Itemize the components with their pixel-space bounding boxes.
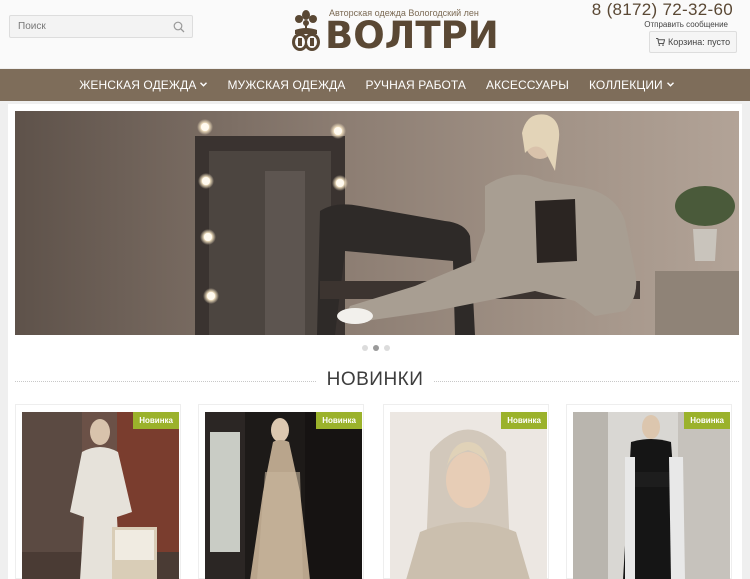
hero-slide-image	[15, 111, 739, 335]
search-icon[interactable]	[173, 21, 185, 33]
chevron-down-icon	[200, 82, 208, 87]
cart-label: Корзина: пусто	[668, 37, 731, 47]
product-image[interactable]: Новинка	[22, 412, 179, 579]
new-badge: Новинка	[133, 412, 179, 429]
nav-item-men[interactable]: МУЖСКАЯ ОДЕЖДА	[217, 69, 355, 101]
phone-number[interactable]: 8 (8172) 72-32-60	[592, 0, 733, 20]
nav-item-accessories[interactable]: АКСЕССУАРЫ	[476, 69, 579, 101]
product-image[interactable]: Новинка	[390, 412, 547, 579]
main-nav: ЖЕНСКАЯ ОДЕЖДА МУЖСКАЯ ОДЕЖДА РУЧНАЯ РАБ…	[0, 69, 750, 101]
cart-icon	[656, 38, 665, 46]
brand-name: ВОЛТРИ	[325, 14, 499, 57]
site-logo[interactable]: Авторская одежда Вологодский лен ВОЛТРИ	[287, 6, 499, 58]
nav-item-label: РУЧНАЯ РАБОТА	[365, 78, 467, 92]
new-badge: Новинка	[684, 412, 730, 429]
nav-item-collections[interactable]: КОЛЛЕКЦИИ	[579, 69, 684, 101]
slider-dot-active[interactable]	[373, 345, 379, 351]
nav-item-label: АКСЕССУАРЫ	[486, 78, 569, 92]
nav-item-women[interactable]: ЖЕНСКАЯ ОДЕЖДА	[69, 69, 217, 101]
nav-item-label: КОЛЛЕКЦИИ	[588, 78, 663, 92]
new-badge: Новинка	[501, 412, 547, 429]
nav-item-label: ЖЕНСКАЯ ОДЕЖДА	[79, 78, 197, 92]
new-badge: Новинка	[316, 412, 362, 429]
cart-button[interactable]: Корзина: пусто	[649, 31, 737, 53]
brand-emblem-icon	[292, 10, 320, 51]
send-message-link[interactable]: Отправить сообщение	[644, 20, 728, 29]
slider-dot[interactable]	[384, 345, 390, 351]
product-card[interactable]: Новинка	[198, 404, 364, 579]
product-image[interactable]: Новинка	[573, 412, 730, 579]
nav-item-handmade[interactable]: РУЧНАЯ РАБОТА	[355, 69, 476, 101]
search-box	[9, 15, 193, 38]
chevron-down-icon	[666, 82, 674, 87]
site-header: Авторская одежда Вологодский лен ВОЛТРИ …	[0, 0, 750, 68]
slider-dot[interactable]	[362, 345, 368, 351]
section-title-text: НОВИНКИ	[316, 369, 434, 390]
product-card[interactable]: Новинка	[15, 404, 181, 579]
section-title: НОВИНКИ	[0, 369, 750, 391]
hero-slider[interactable]	[15, 111, 739, 335]
nav-item-label: МУЖСКАЯ ОДЕЖДА	[227, 78, 346, 92]
slider-dots	[362, 345, 390, 351]
product-card[interactable]: Новинка	[566, 404, 732, 579]
search-input[interactable]	[10, 16, 160, 37]
product-image[interactable]: Новинка	[205, 412, 362, 579]
product-card[interactable]: Новинка	[383, 404, 549, 579]
